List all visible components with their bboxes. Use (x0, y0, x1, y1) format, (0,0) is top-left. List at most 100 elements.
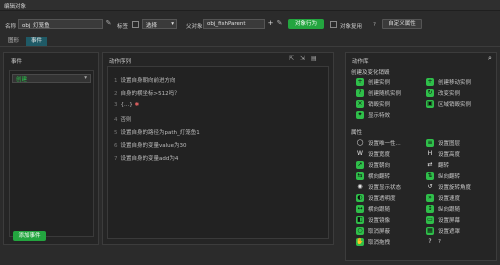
change-instance-icon: ↻ (426, 89, 434, 97)
mask-icon: ▦ (426, 227, 434, 235)
event-item-label: 创建 (16, 77, 28, 83)
chevron-down-icon: ▾ (84, 75, 87, 81)
flip-icon: ⇄ (427, 161, 433, 168)
library-item-width[interactable]: W 设置宽度 (356, 150, 390, 158)
title-bar: 编辑对象 (0, 0, 500, 11)
layer-icon: ≡ (426, 139, 434, 147)
action-row[interactable]: 4 否则 (114, 115, 132, 123)
mirror-icon: ◧ (356, 216, 364, 224)
expand-icon[interactable]: ⇱ (289, 55, 294, 62)
library-item-visible[interactable]: ◉ 设置显示状态 (356, 183, 401, 191)
width-icon: W (357, 150, 363, 157)
tab-events[interactable]: 事件 (26, 37, 48, 46)
action-row[interactable]: 1 设置自身朝向前进方向 (114, 76, 176, 84)
vflip-icon: ⇅ (426, 172, 434, 180)
library-item-create-moving[interactable]: + 创建移动实例 (426, 78, 471, 86)
library-item-screen[interactable]: ▭ 设置屏幕 (426, 216, 460, 224)
hflip-icon: ⇆ (356, 172, 364, 180)
add-event-button[interactable]: 添加事件 (13, 231, 46, 241)
name-label: 名称 (5, 24, 17, 30)
show-effect-icon: ✦ (356, 111, 364, 119)
library-item-height[interactable]: H 设置高度 (426, 150, 460, 158)
save-icon[interactable]: ▤ (311, 55, 317, 62)
hfollow-icon: ↔ (356, 205, 364, 213)
library-item-area-destroy[interactable]: ▣ 区域销毁实例 (426, 100, 471, 108)
sequence-title: 动作序列 (109, 59, 132, 65)
parent-label: 父对象 (186, 24, 203, 30)
library-item-unique[interactable]: ◯ 设置唯一性... (356, 139, 401, 147)
library-item-create-random[interactable]: ? 创建随机实例 (356, 89, 401, 97)
object-reuse-checkbox[interactable] (330, 21, 337, 28)
tab-divider (0, 46, 500, 47)
edit-icon[interactable]: ✎ (105, 20, 112, 27)
height-icon: H (427, 150, 433, 157)
library-item-destroy-instance[interactable]: × 销毁实例 (356, 100, 390, 108)
opacity-icon: ◐ (356, 194, 364, 202)
library-item-unknown[interactable]: ?? (426, 238, 441, 246)
area-destroy-icon: ▣ (426, 100, 434, 108)
parent-input[interactable]: obj_fishParent (203, 19, 265, 29)
tab-graphics[interactable]: 图形 (3, 37, 24, 46)
props-section-title: 属性 (351, 130, 363, 136)
action-row[interactable]: 6 设置自身的变量value为30 (114, 141, 187, 149)
events-list: 创建 ▾ (9, 70, 94, 237)
unknown-icon: ? (428, 238, 432, 245)
custom-props-button[interactable]: 自定义属性 (382, 19, 422, 29)
edit-parent-icon[interactable]: ✎ (276, 20, 283, 27)
action-row[interactable]: 5 设置自身的路径为path_灯笼鱼1 (114, 128, 200, 136)
sequence-list: 1 设置自身朝向前进方向 2 自身的横坐标>512吗？ 3 {...} ✱ 4 否则 5… (107, 66, 329, 239)
library-item-unmask[interactable]: ○ 取消屏蔽 (356, 227, 390, 235)
events-title: 事件 (11, 59, 23, 65)
bug-icon: ✱ (134, 102, 140, 108)
name-input[interactable]: obj_灯笼鱼 (18, 19, 103, 29)
vfollow-icon: ↕ (426, 205, 434, 213)
chevron-down-icon: ▾ (171, 21, 174, 27)
library-item-change-instance[interactable]: ↻ 改变实例 (426, 89, 460, 97)
action-row[interactable]: 7 设置自身的变量add为4 (114, 154, 178, 162)
library-title: 动作库 (352, 59, 369, 65)
events-panel: 事件 创建 ▾ (3, 52, 99, 245)
action-sequence-panel: 动作序列 ⇱ ⇲ ▤ 1 设置自身朝向前进方向 2 自身的横坐标>512吗？ 3 {.… (102, 52, 334, 245)
direction-icon: ➚ (356, 161, 364, 169)
tag-checkbox[interactable] (132, 21, 139, 28)
create-random-icon: ? (356, 89, 364, 97)
action-row[interactable]: 3 {...} ✱ (114, 102, 139, 108)
library-item-undrag[interactable]: ✋ 取消拖拽 (356, 238, 390, 246)
collapse-icon[interactable]: ⇲ (300, 55, 305, 62)
library-item-opacity[interactable]: ◐ 设置透明度 (356, 194, 396, 202)
event-item-create[interactable]: 创建 ▾ (12, 74, 91, 83)
screen-icon: ▭ (426, 216, 434, 224)
tag-select[interactable]: 选择 ▾ (142, 19, 177, 29)
search-icon[interactable]: ⌕ (488, 54, 492, 63)
library-item-speed[interactable]: » 设置速度 (426, 194, 460, 202)
library-item-mirror[interactable]: ◧ 设置镜像 (356, 216, 390, 224)
library-item-hflip[interactable]: ⇆ 横向翻转 (356, 172, 390, 180)
rotate-icon: ↺ (427, 183, 433, 190)
library-item-hfollow[interactable]: ↔ 横向跟随 (356, 205, 390, 213)
library-item-rotate[interactable]: ↺ 设置旋转角度 (426, 183, 471, 191)
help-icon[interactable]: ? (373, 22, 376, 28)
speed-icon: » (426, 194, 434, 202)
object-behavior-button[interactable]: 对象行为 (288, 19, 324, 29)
library-item-direction[interactable]: ➚ 设置朝向 (356, 161, 390, 169)
library-item-create-instance[interactable]: + 创建实例 (356, 78, 390, 86)
action-row[interactable]: 2 自身的横坐标>512吗？ (114, 89, 180, 97)
create-moving-icon: + (426, 78, 434, 86)
visible-icon: ◉ (357, 183, 363, 190)
tag-select-value: 选择 (146, 23, 158, 29)
add-icon[interactable]: + (267, 20, 274, 27)
unique-icon: ◯ (356, 139, 364, 146)
unmask-icon: ○ (356, 227, 364, 235)
object-reuse-label: 对象复用 (340, 24, 363, 30)
library-item-vflip[interactable]: ⇅ 纵向翻转 (426, 172, 460, 180)
action-library-panel: 动作库 ⌕ 创建及变化销毁 + 创建实例 + 创建移动实例 ? 创建随机实例 ↻ 改变实… (345, 52, 497, 261)
create-section-title: 创建及变化销毁 (351, 70, 390, 76)
library-item-mask[interactable]: ▦ 设置遮罩 (426, 227, 460, 235)
library-item-show-effect[interactable]: ✦ 显示特效 (356, 111, 390, 119)
library-item-vfollow[interactable]: ↕ 纵向跟随 (426, 205, 460, 213)
window-title: 编辑对象 (4, 4, 27, 10)
undrag-icon: ✋ (356, 238, 364, 246)
library-item-flip[interactable]: ⇄ 翻转 (426, 161, 449, 169)
tag-label: 标签 (117, 24, 129, 30)
library-item-layer[interactable]: ≡ 设置图层 (426, 139, 460, 147)
